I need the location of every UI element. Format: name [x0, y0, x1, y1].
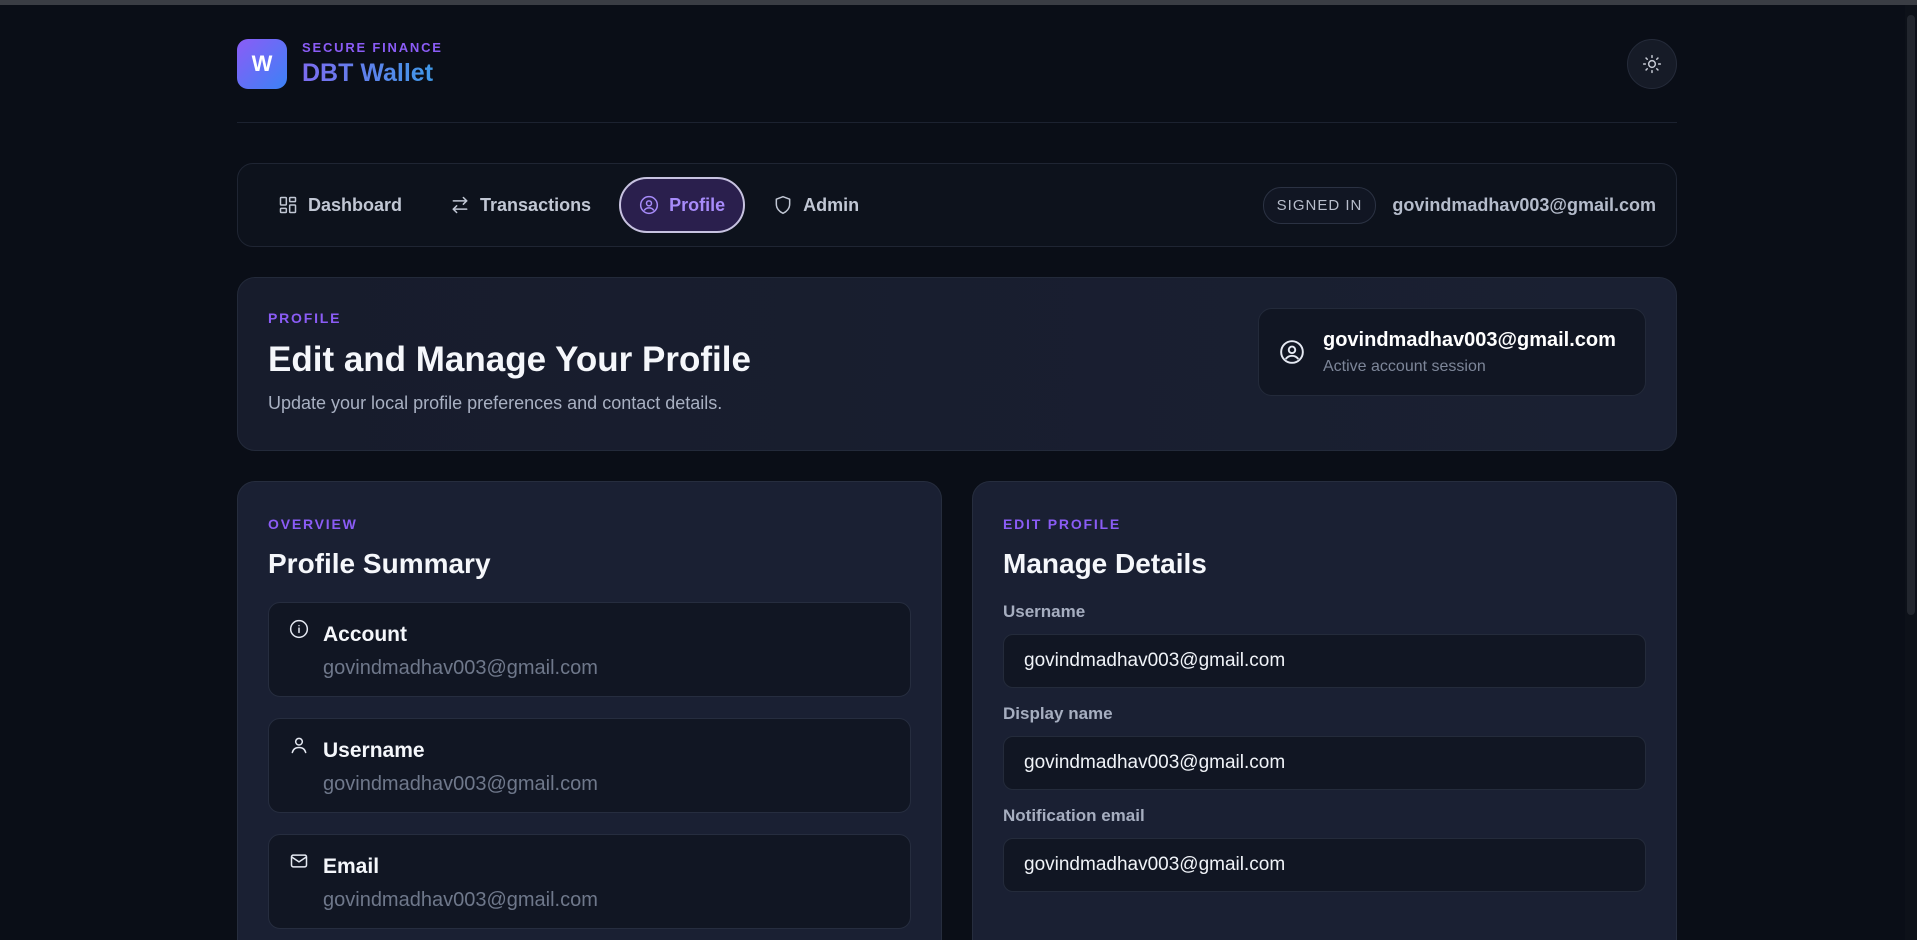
overview-title: Profile Summary [268, 548, 491, 579]
nav-transactions-label: Transactions [480, 194, 592, 215]
signed-in-badge: SIGNED IN [1262, 186, 1377, 224]
shield-icon [775, 195, 791, 215]
summary-item-value: govindmadhav003@gmail.com [323, 657, 598, 679]
edit-profile-panel: EDIT PROFILE Manage Details Username Dis… [972, 481, 1677, 940]
scrollbar-thumb[interactable] [1907, 15, 1915, 615]
info-icon [289, 619, 309, 639]
main-nav: Dashboard Transactions Profile Admin SIG… [237, 163, 1677, 247]
profile-hero-card: PROFILE Edit and Manage Your Profile Upd… [237, 277, 1677, 451]
username-label: Username [1003, 602, 1086, 621]
session-status: Active account session [1323, 357, 1486, 375]
summary-item-value: govindmadhav003@gmail.com [323, 773, 598, 795]
nav-profile-label: Profile [669, 194, 726, 215]
session-card: govindmadhav003@gmail.com Active account… [1258, 308, 1646, 396]
page-scrollbar[interactable] [1905, 5, 1917, 940]
nav-admin-label: Admin [803, 194, 860, 215]
app-header: W SECURE FINANCE DBT Wallet [237, 5, 1677, 123]
edit-eyebrow: EDIT PROFILE [1003, 516, 1122, 532]
mail-icon [290, 854, 308, 868]
notification-email-field[interactable] [1003, 838, 1646, 892]
summary-item-label: Account [323, 623, 407, 646]
brand-eyebrow: SECURE FINANCE [302, 39, 443, 55]
summary-item-username: Username govindmadhav003@gmail.com [268, 718, 911, 813]
summary-item-value: govindmadhav003@gmail.com [323, 889, 598, 911]
display-name-label: Display name [1003, 704, 1113, 723]
signed-in-email: govindmadhav003@gmail.com [1392, 194, 1656, 215]
notification-email-label: Notification email [1003, 806, 1145, 825]
grid-icon [279, 196, 297, 214]
user-icon [291, 737, 307, 754]
edit-title: Manage Details [1003, 548, 1207, 579]
swap-icon [452, 196, 468, 214]
summary-item-email: Email govindmadhav003@gmail.com [268, 834, 911, 929]
nav-dashboard-label: Dashboard [308, 194, 403, 215]
overview-eyebrow: OVERVIEW [268, 516, 358, 532]
summary-item-label: Email [323, 855, 380, 878]
summary-item-label: Username [323, 739, 425, 762]
nav-dashboard[interactable]: Dashboard [258, 177, 422, 233]
user-circle-icon [1280, 340, 1304, 364]
sun-icon [1642, 54, 1662, 73]
nav-profile[interactable]: Profile [619, 177, 746, 233]
overview-panel: OVERVIEW Profile Summary Account govindm… [237, 481, 942, 940]
user-circle-icon [639, 195, 659, 215]
brand-title: DBT Wallet [302, 59, 443, 88]
nav-admin[interactable]: Admin [753, 177, 879, 233]
session-email: govindmadhav003@gmail.com [1323, 328, 1616, 351]
brand[interactable]: W SECURE FINANCE DBT Wallet [237, 38, 443, 89]
page-container: W SECURE FINANCE DBT Wallet Dashboard Tr… [237, 5, 1677, 940]
brand-logo: W [237, 38, 287, 89]
display-name-field[interactable] [1003, 736, 1646, 790]
theme-toggle-button[interactable] [1627, 38, 1677, 89]
summary-item-account: Account govindmadhav003@gmail.com [268, 602, 911, 697]
username-field[interactable] [1003, 634, 1646, 688]
page-subtitle: Update your local profile preferences an… [268, 393, 723, 413]
nav-transactions[interactable]: Transactions [430, 177, 611, 233]
